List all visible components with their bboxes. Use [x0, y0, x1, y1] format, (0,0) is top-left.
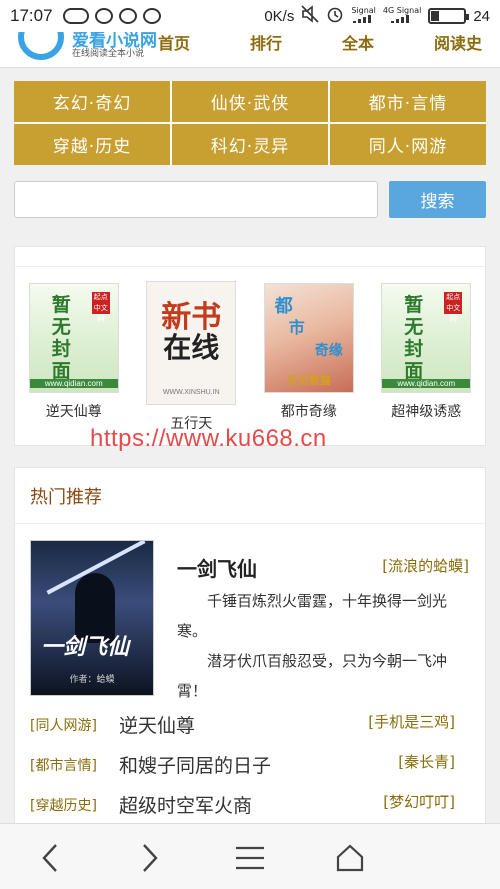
- book-title[interactable]: 超神级诱惑: [391, 401, 461, 421]
- book-cover[interactable]: 暂无封面 起点中文网 www.qidian.com: [381, 283, 472, 393]
- section-title: 热门推荐: [15, 468, 485, 524]
- category-xuanhuan[interactable]: 玄幻·奇幻: [14, 81, 170, 122]
- item-title[interactable]: 逆天仙尊: [119, 711, 195, 738]
- shelf-header: [15, 247, 485, 267]
- cover-author: 贝贝熊猫: [286, 374, 331, 387]
- logo-subtitle: 在线阅读全本小说: [72, 49, 145, 59]
- cover-text: 奇缘: [314, 343, 343, 359]
- item-author[interactable]: [梦幻叮叮]: [383, 791, 455, 812]
- category-grid: 玄幻·奇幻 仙侠·武侠 都市·言情 穿越·历史 科幻·灵异 同人·网游: [14, 81, 486, 165]
- battery-icon: [428, 8, 470, 24]
- cover-author: 作者：蛤蟆: [69, 675, 115, 685]
- shelf-book-2[interactable]: 新书 在线 WWW.XINSHU.IN 五行天: [141, 281, 241, 433]
- signal-1-label: Signal: [351, 6, 376, 15]
- item-author[interactable]: [手机是三鸡]: [368, 711, 455, 732]
- leaf-icon: [118, 8, 137, 24]
- featured-cover[interactable]: 一剑飞仙 作者：蛤蟆: [30, 540, 154, 696]
- category-xianxia[interactable]: 仙侠·武侠: [172, 81, 328, 122]
- nav-history[interactable]: 阅读史: [426, 32, 490, 54]
- cover-url: www.qidian.com: [382, 379, 471, 388]
- featured-author[interactable]: [流浪的蛤蟆]: [382, 555, 469, 576]
- alarm-icon: [326, 5, 344, 27]
- signal-2-label: 4G Signal: [382, 6, 422, 15]
- status-time: 17:07: [10, 6, 53, 25]
- description-line: 潜牙伏爪百般忍受，只为今朝一飞冲霄！: [177, 652, 448, 700]
- cover-url: WWW.XINSHU.IN: [162, 389, 220, 396]
- browser-bottom-bar: [0, 823, 500, 889]
- menu-icon[interactable]: [228, 838, 272, 878]
- item-category[interactable]: [穿越历史]: [30, 795, 97, 815]
- featured-description: 千锤百炼烈火雷霆，十年换得一剑光寒。 潜牙伏爪百般忍受，只为今朝一飞冲霄！: [177, 586, 467, 706]
- nav-home[interactable]: 首页: [150, 32, 198, 54]
- item-title[interactable]: 超级时空军火商: [119, 791, 252, 818]
- category-fan[interactable]: 同人·网游: [330, 124, 486, 165]
- watermark-text: https://www.ku668.cn: [90, 425, 327, 452]
- cover-seal: 起点中文网: [91, 292, 110, 323]
- cover-seal: 起点中文网: [444, 292, 463, 323]
- shelf-book-4[interactable]: 暂无封面 起点中文网 www.qidian.com 超神级诱惑: [376, 283, 476, 433]
- book-title[interactable]: 逆天仙尊: [46, 401, 102, 421]
- cover-text: 市: [288, 318, 305, 337]
- shelf-book-1[interactable]: 暂无封面 起点中文网 www.qidian.com 逆天仙尊: [24, 283, 124, 433]
- status-bar: 17:07 0K/s Signal 4G Signal 24: [0, 0, 500, 32]
- logo-icon[interactable]: [18, 32, 64, 60]
- book-title[interactable]: 都市奇缘: [281, 401, 337, 421]
- signal-1-icon: Signal: [351, 7, 376, 25]
- cover-text: 暂无封面: [404, 294, 424, 382]
- signal-2-icon: 4G Signal: [383, 7, 421, 25]
- cover-text: 在线: [163, 331, 220, 364]
- infinity-icon: [62, 8, 89, 24]
- cover-url: www.qidian.com: [29, 379, 118, 388]
- book-cover[interactable]: 新书 在线 WWW.XINSHU.IN: [146, 281, 237, 405]
- book-shelf: 暂无封面 起点中文网 www.qidian.com 逆天仙尊 新书 在线 WWW…: [14, 246, 486, 446]
- book-cover[interactable]: 暂无封面 起点中文网 www.qidian.com: [28, 283, 119, 393]
- list-item[interactable]: [都市言情] 和嫂子同居的日子 [秦长青]: [15, 744, 485, 784]
- forward-icon[interactable]: [128, 838, 172, 878]
- cover-text: 暂无封面: [51, 294, 71, 382]
- category-urban[interactable]: 都市·言情: [330, 81, 486, 122]
- shelf-book-3[interactable]: 都 市 奇缘 贝贝熊猫 都市奇缘: [259, 283, 359, 433]
- item-category[interactable]: [同人网游]: [30, 715, 97, 735]
- list-item[interactable]: [穿越历史] 超级时空军火商 [梦幻叮叮]: [15, 784, 485, 824]
- item-category[interactable]: [都市言情]: [30, 755, 97, 775]
- cover-title: 一剑飞仙: [41, 635, 130, 660]
- battery-level: [431, 11, 440, 21]
- hot-section: 热门推荐 一剑飞仙 作者：蛤蟆 一剑飞仙 [流浪的蛤蟆] 千锤百炼烈火雷霆，十年…: [14, 467, 486, 832]
- category-scifi[interactable]: 科幻·灵异: [172, 124, 328, 165]
- item-author[interactable]: [秦长青]: [398, 751, 455, 772]
- notification-icon: [94, 8, 113, 24]
- battery-text: 24: [473, 7, 490, 25]
- book-cover[interactable]: 都 市 奇缘 贝贝熊猫: [263, 283, 354, 393]
- search-button[interactable]: 搜索: [389, 181, 486, 218]
- site-header: 爱看小说网 在线阅读全本小说 首页 排行 全本 阅读史: [0, 32, 500, 68]
- network-speed: 0K/s: [264, 7, 295, 25]
- mute-icon: [301, 5, 319, 27]
- nav-complete[interactable]: 全本: [334, 32, 382, 54]
- home-icon[interactable]: [328, 838, 372, 878]
- item-title[interactable]: 和嫂子同居的日子: [119, 751, 271, 778]
- shield-icon: [142, 8, 161, 24]
- recommend-list: [同人网游] 逆天仙尊 [手机是三鸡] [都市言情] 和嫂子同居的日子 [秦长青…: [15, 704, 485, 824]
- back-icon[interactable]: [28, 838, 72, 878]
- shelf-items: 暂无封面 起点中文网 www.qidian.com 逆天仙尊 新书 在线 WWW…: [15, 267, 485, 433]
- nav-rank[interactable]: 排行: [242, 32, 290, 54]
- category-history[interactable]: 穿越·历史: [14, 124, 170, 165]
- featured-book[interactable]: 一剑飞仙 作者：蛤蟆 一剑飞仙 [流浪的蛤蟆] 千锤百炼烈火雷霆，十年换得一剑光…: [15, 524, 485, 704]
- top-nav: 首页 排行 全本 阅读史: [150, 32, 490, 54]
- search-input[interactable]: [14, 181, 378, 218]
- description-line: 千锤百炼烈火雷霆，十年换得一剑光寒。: [177, 592, 448, 640]
- featured-title[interactable]: 一剑飞仙: [177, 553, 257, 582]
- list-item[interactable]: [同人网游] 逆天仙尊 [手机是三鸡]: [15, 704, 485, 744]
